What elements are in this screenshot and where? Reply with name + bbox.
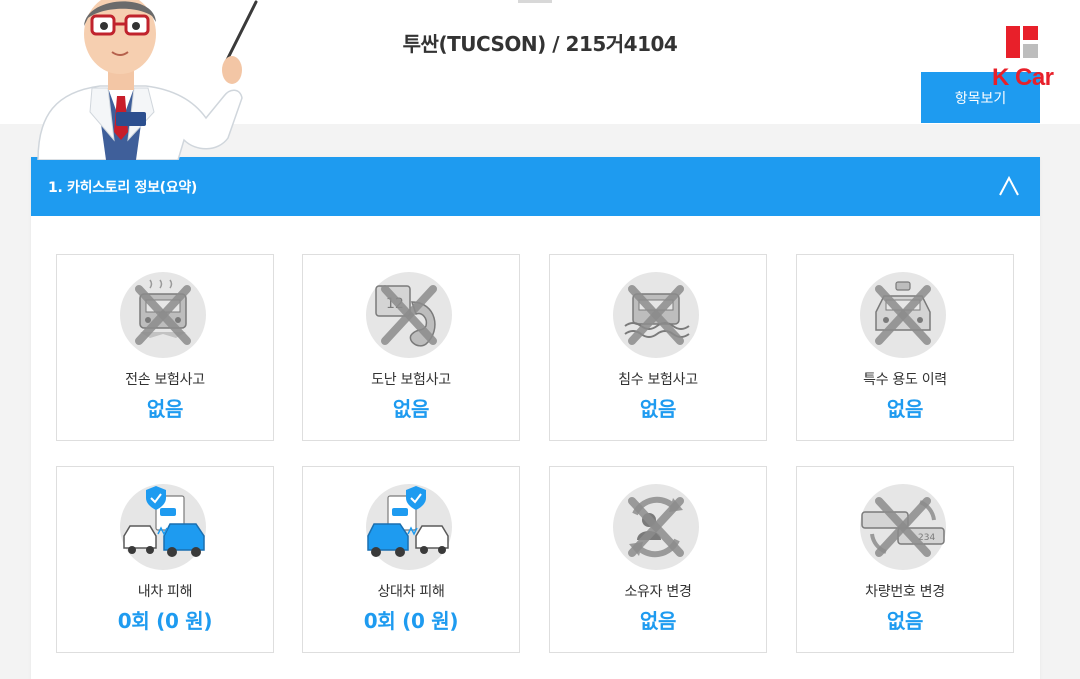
card-plate-change: 234 차량번호 변경 없음 xyxy=(796,466,1014,653)
owner-change-icon xyxy=(613,484,699,570)
card-value: 없음 xyxy=(886,609,924,633)
section-header[interactable]: 1. 카히스토리 정보(요약) xyxy=(31,157,1040,216)
card-owner-change: 소유자 변경 없음 xyxy=(549,466,767,653)
card-value: 없음 xyxy=(392,397,430,421)
total-loss-car-icon xyxy=(120,272,206,358)
brand-name: K Car xyxy=(992,64,1054,91)
card-total-loss: 전손 보험사고 없음 xyxy=(56,254,274,441)
chevron-up-icon[interactable] xyxy=(997,175,1021,199)
card-label: 도난 보험사고 xyxy=(371,372,451,388)
theft-phone-icon: 12 xyxy=(366,272,452,358)
card-label: 소유자 변경 xyxy=(624,584,692,600)
other-car-damage-icon xyxy=(366,484,452,570)
card-my-car-damage: 내차 피해 0회 (0 원) xyxy=(56,466,274,653)
card-value: 없음 xyxy=(146,397,184,421)
kcar-logo: K Car xyxy=(984,22,1064,94)
card-value: 없음 xyxy=(639,397,677,421)
card-theft: 12 도난 보험사고 없음 xyxy=(302,254,520,441)
header-divider xyxy=(518,0,552,3)
kcar-logo-mark xyxy=(1006,26,1038,58)
card-value: 0회 (0 원) xyxy=(117,609,213,633)
special-use-car-icon xyxy=(860,272,946,358)
card-label: 침수 보험사고 xyxy=(618,372,698,388)
card-label: 내차 피해 xyxy=(137,584,193,600)
card-value: 0회 (0 원) xyxy=(363,609,459,633)
card-label: 전손 보험사고 xyxy=(125,372,205,388)
card-value: 없음 xyxy=(639,609,677,633)
flood-car-icon xyxy=(613,272,699,358)
section-title: 1. 카히스토리 정보(요약) xyxy=(48,180,198,196)
card-flood: 침수 보험사고 없음 xyxy=(549,254,767,441)
card-label: 특수 용도 이력 xyxy=(863,372,947,388)
doctor-mascot-illustration xyxy=(37,0,258,160)
card-label: 상대차 피해 xyxy=(377,584,445,600)
card-label: 차량번호 변경 xyxy=(865,584,945,600)
plate-change-icon: 234 xyxy=(860,484,946,570)
car-history-summary-panel: 1. 카히스토리 정보(요약) 전손 보험사고 없음 12 도난 보험사고 xyxy=(31,157,1040,679)
card-other-car-damage: 상대차 피해 0회 (0 원) xyxy=(302,466,520,653)
card-value: 없음 xyxy=(886,397,924,421)
my-car-damage-icon xyxy=(120,484,206,570)
card-special-use: 특수 용도 이력 없음 xyxy=(796,254,1014,441)
